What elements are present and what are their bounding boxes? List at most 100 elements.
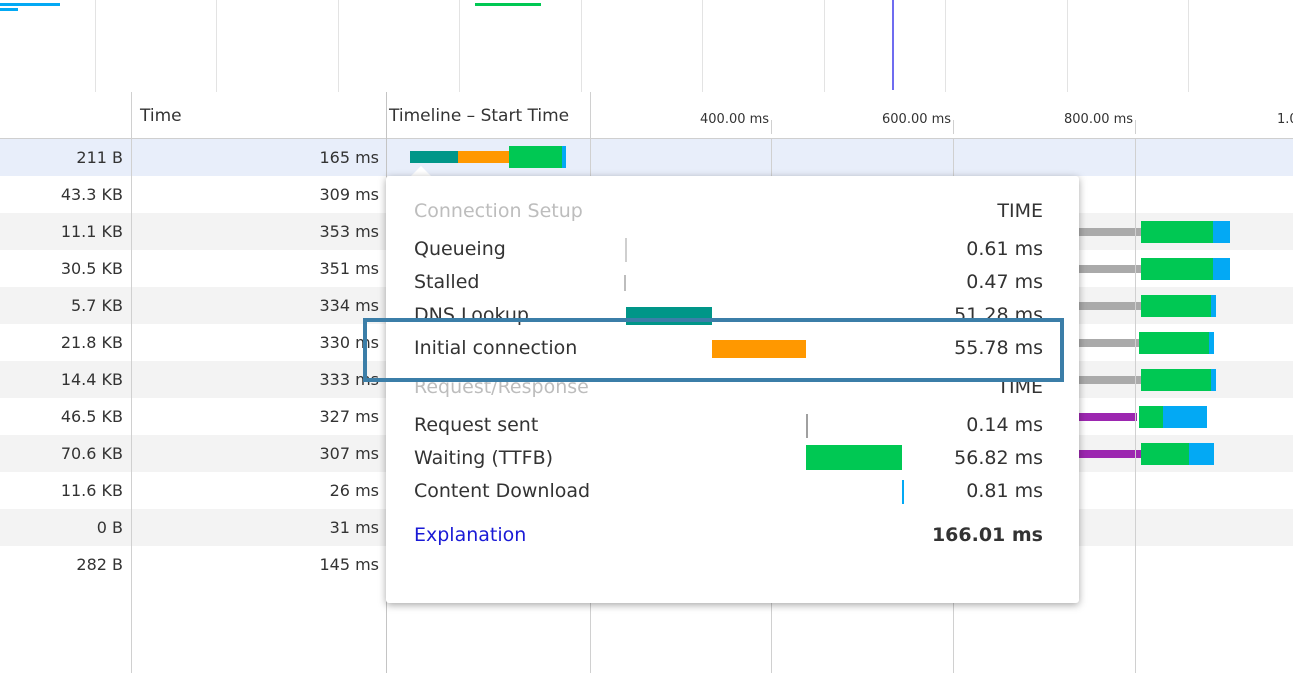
waterfall-waiting-segment (1141, 258, 1213, 280)
size-cell: 11.6 KB (60, 481, 123, 500)
size-cell: 14.4 KB (60, 370, 123, 389)
overview-gridline (216, 0, 217, 92)
time-cell: 353 ms (319, 222, 379, 241)
waterfall-purple-segment (1079, 450, 1141, 458)
timing-bar-content-download (902, 480, 904, 504)
total-time: 166.01 ms (931, 524, 1043, 546)
time-cell: 165 ms (319, 148, 379, 167)
timing-bar-stalled (624, 275, 626, 291)
size-cell: 282 B (76, 555, 123, 574)
waterfall-connection-segment (458, 151, 509, 163)
waterfall-download-segment (1211, 369, 1216, 391)
tick-mark (953, 120, 954, 134)
waterfall-waiting-segment (1141, 443, 1189, 465)
timing-bar-request-sent (806, 414, 808, 438)
overview-gridline (338, 0, 339, 92)
timing-value: 0.47 ms (966, 271, 1043, 293)
overview-bar (0, 8, 18, 11)
time-cell: 145 ms (319, 555, 379, 574)
size-cell: 70.6 KB (60, 444, 123, 463)
overview-gridline (581, 0, 582, 92)
size-cell: 21.8 KB (60, 333, 123, 352)
timeline-tick: 400.00 ms (700, 112, 770, 127)
time-cell: 334 ms (319, 296, 379, 315)
overview-timeline[interactable] (0, 0, 1293, 93)
waterfall-dns-segment (410, 151, 458, 163)
timing-bar-waiting (806, 445, 902, 470)
waterfall-stalled-segment (1079, 302, 1141, 310)
waterfall-download-segment (562, 146, 566, 168)
size-cell: 0 B (96, 518, 123, 537)
timing-row-queueing: Queueing 0.61 ms (386, 232, 1079, 265)
size-cell: 11.1 KB (60, 222, 123, 241)
time-column-label: TIME (997, 200, 1043, 222)
highlight-box (363, 318, 1064, 382)
waterfall-purple-segment (1079, 413, 1137, 421)
time-cell: 26 ms (329, 481, 379, 500)
waterfall-waiting-segment (509, 146, 562, 168)
size-cell: 30.5 KB (60, 259, 123, 278)
time-cell: 351 ms (319, 259, 379, 278)
timing-label: Request sent (414, 414, 539, 436)
waterfall-stalled-segment (1079, 339, 1139, 347)
overview-gridline (945, 0, 946, 92)
overview-bar (475, 3, 541, 6)
waterfall-download-segment (1213, 258, 1230, 280)
waterfall-waiting-segment (1141, 221, 1213, 243)
explanation-link[interactable]: Explanation (414, 524, 526, 546)
time-cell: 309 ms (319, 185, 379, 204)
size-cell: 43.3 KB (60, 185, 123, 204)
waterfall-download-segment (1163, 406, 1207, 428)
waterfall-waiting-segment (1139, 332, 1209, 354)
timeline-gridline (1135, 139, 1136, 673)
time-cell: 327 ms (319, 407, 379, 426)
column-divider[interactable] (131, 92, 132, 673)
popup-footer: Explanation 166.01 ms (386, 518, 1079, 551)
timeline-tick: 1.0 (1277, 112, 1293, 127)
timing-row-stalled: Stalled 0.47 ms (386, 265, 1079, 298)
overview-gridline (95, 0, 96, 92)
tick-mark (1135, 120, 1136, 134)
overview-gridline (1188, 0, 1189, 92)
waterfall-stalled-segment (1079, 265, 1141, 273)
timing-value: 0.14 ms (966, 414, 1043, 436)
timing-label: Content Download (414, 480, 591, 502)
timing-row-waiting: Waiting (TTFB) 56.82 ms (386, 441, 1079, 474)
timing-label: Stalled (414, 271, 480, 293)
tick-mark (771, 120, 772, 134)
waterfall-download-segment (1189, 443, 1214, 465)
timing-value: 0.81 ms (966, 480, 1043, 502)
overview-gridline (1067, 0, 1068, 92)
timing-popup: Connection Setup TIME Queueing 0.61 ms S… (386, 176, 1079, 603)
timing-bar-queueing (625, 238, 627, 262)
size-cell: 211 B (76, 148, 123, 167)
timing-value: 0.61 ms (966, 238, 1043, 260)
timeline-tick: 800.00 ms (1064, 112, 1134, 127)
timing-value: 56.82 ms (954, 447, 1043, 469)
waterfall-waiting-segment (1141, 295, 1211, 317)
overview-current-marker (892, 0, 894, 90)
waterfall-stalled-segment (1079, 376, 1141, 384)
waterfall-waiting-segment (1141, 369, 1211, 391)
waterfall-waiting-segment (1139, 406, 1163, 428)
overview-bar (0, 3, 60, 6)
timing-label: Queueing (414, 238, 506, 260)
size-cell: 5.7 KB (71, 296, 123, 315)
timing-row-content-download: Content Download 0.81 ms (386, 474, 1079, 507)
timing-label: Waiting (TTFB) (414, 447, 554, 469)
table-row[interactable]: 211 B 165 ms (0, 139, 1293, 176)
waterfall-download-segment (1209, 332, 1214, 354)
time-column-header[interactable]: Time (140, 106, 182, 126)
time-cell: 31 ms (329, 518, 379, 537)
waterfall-download-segment (1213, 221, 1230, 243)
size-cell: 46.5 KB (60, 407, 123, 426)
timeline-column-header[interactable]: Timeline – Start Time (389, 106, 569, 126)
section-title: Connection Setup (414, 200, 583, 222)
overview-gridline (459, 0, 460, 92)
waterfall-download-segment (1211, 295, 1216, 317)
time-cell: 307 ms (319, 444, 379, 463)
connection-setup-header: Connection Setup TIME (386, 194, 1079, 227)
table-header: Time Timeline – Start Time 400.00 ms 600… (0, 92, 1293, 139)
overview-gridline (824, 0, 825, 92)
timing-row-request-sent: Request sent 0.14 ms (386, 408, 1079, 441)
